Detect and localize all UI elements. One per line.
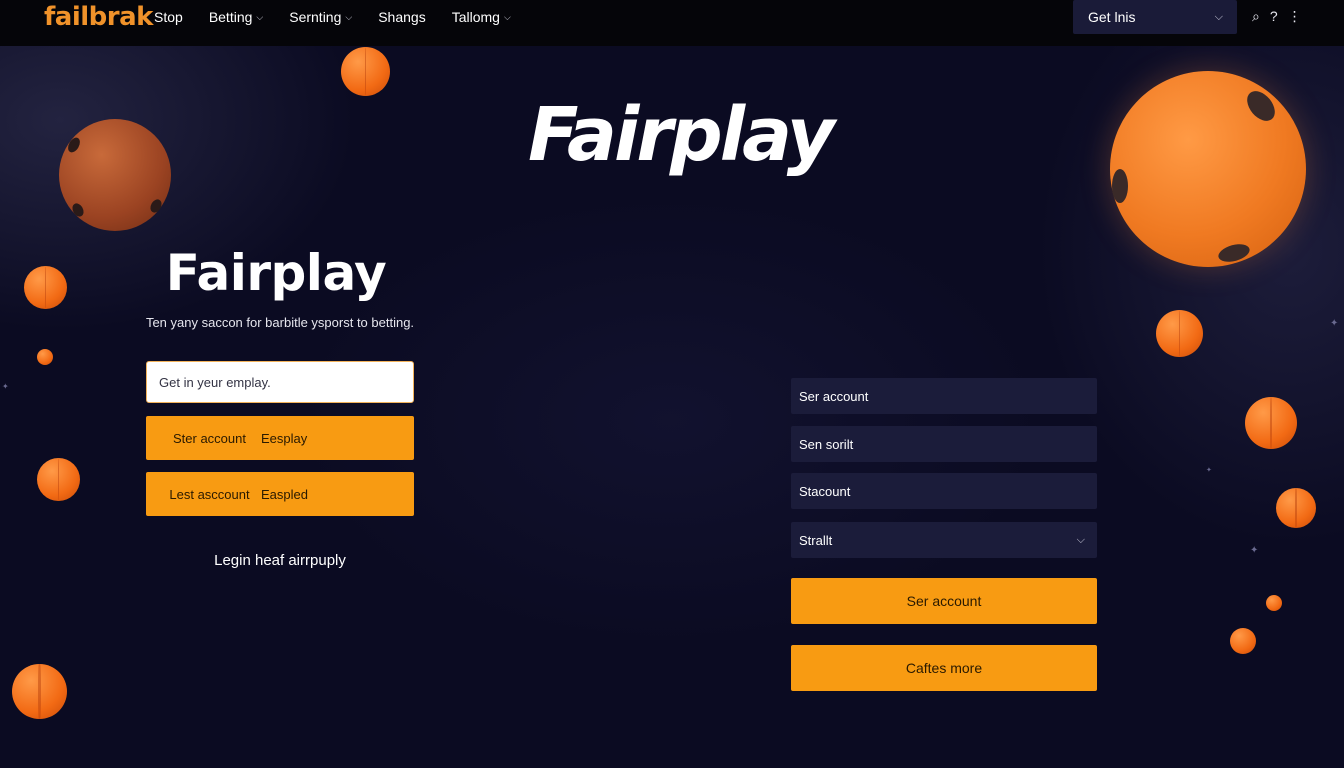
decor-ball-icon [12, 664, 67, 719]
nav-menu: Stop Betting ⌵ Sernting ⌵ Shangs Tallomg… [154, 0, 537, 34]
chevron-down-icon: ⌵ [1076, 533, 1085, 546]
decor-ball-icon [1276, 488, 1316, 528]
help-icon[interactable]: ? [1270, 8, 1278, 24]
nav-item-label: Stop [154, 9, 183, 25]
nav-icon-group: ⌕ ? ⋮ [1252, 8, 1302, 24]
sparkle-icon: ✦ [2, 382, 9, 391]
account-field[interactable]: Ser account [791, 378, 1097, 414]
field-label: Stacount [799, 483, 851, 499]
top-navbar: failbrak Stop Betting ⌵ Sernting ⌵ Shang… [0, 0, 1344, 46]
decor-ball-icon [59, 119, 171, 231]
chevron-down-icon: ⌵ [503, 11, 511, 22]
decor-ball-icon [1110, 71, 1306, 267]
left-panel-subtitle: Ten yany saccon for barbitle ysporst to … [145, 315, 415, 330]
field-label: Strallt [799, 532, 833, 548]
left-panel-title: Fairplay [165, 244, 387, 302]
hero-title: Fairplay [527, 92, 835, 178]
nav-item-label: Betting [208, 9, 253, 25]
nav-item-betting[interactable]: Betting ⌵ [209, 9, 263, 25]
sort-field[interactable]: Sen sorilt [791, 426, 1097, 462]
brand-logo[interactable]: failbrak [44, 2, 153, 32]
login-link[interactable]: Legin heaf airrpuply [146, 552, 414, 569]
nav-item-label: Sernting [289, 9, 342, 25]
start-account-button[interactable]: Ster account Eesplay [146, 416, 414, 460]
nav-item-shangs[interactable]: Shangs [378, 9, 425, 25]
decor-ball-icon [1156, 310, 1203, 357]
decor-ball-icon [1245, 397, 1297, 449]
decor-ball-icon [37, 349, 53, 365]
sparkle-icon: ✦ [1330, 318, 1339, 329]
field-label: Ser account [799, 388, 869, 404]
nav-item-label: Tallomg [451, 9, 500, 25]
button-label-secondary: Easpled [261, 486, 308, 502]
get-links-select[interactable]: Get lnis ⌵ [1073, 0, 1237, 34]
select-label: Get lnis [1088, 9, 1136, 25]
last-account-button[interactable]: Lest asccount Easpled [146, 472, 414, 516]
field-label: Sen sorilt [799, 436, 854, 452]
stacount-field[interactable]: Stacount [791, 473, 1097, 509]
set-account-button[interactable]: Ser account [791, 578, 1097, 624]
chevron-down-icon: ⌵ [256, 11, 264, 22]
search-icon[interactable]: ⌕ [1252, 8, 1260, 24]
email-input[interactable] [146, 361, 414, 403]
decor-ball-icon [24, 266, 67, 309]
nav-item-sernting[interactable]: Sernting ⌵ [289, 9, 352, 25]
nav-item-tallomg[interactable]: Tallomg ⌵ [452, 9, 511, 25]
sparkle-icon: ✦ [1250, 545, 1259, 556]
more-button[interactable]: Caftes more [791, 645, 1097, 691]
nav-item-stop[interactable]: Stop [154, 9, 183, 25]
nav-item-label: Shangs [378, 9, 426, 25]
more-vertical-icon[interactable]: ⋮ [1288, 8, 1302, 24]
decor-ball-icon [1230, 628, 1256, 654]
button-label: Lest asccount [169, 486, 250, 502]
decor-ball-icon [1266, 595, 1282, 611]
chevron-down-icon: ⌵ [1214, 10, 1223, 23]
button-label-secondary: Eesplay [261, 430, 308, 446]
page: ✦ ✦ ✦ ✦ failbrak Stop Betting ⌵ Sernting… [0, 0, 1344, 768]
strallt-select[interactable]: Strallt ⌵ [791, 522, 1097, 558]
button-label: Ster account [173, 430, 246, 446]
decor-ball-icon [341, 47, 390, 96]
decor-ball-icon [37, 458, 80, 501]
sparkle-icon: ✦ [1206, 467, 1212, 474]
chevron-down-icon: ⌵ [345, 11, 353, 22]
